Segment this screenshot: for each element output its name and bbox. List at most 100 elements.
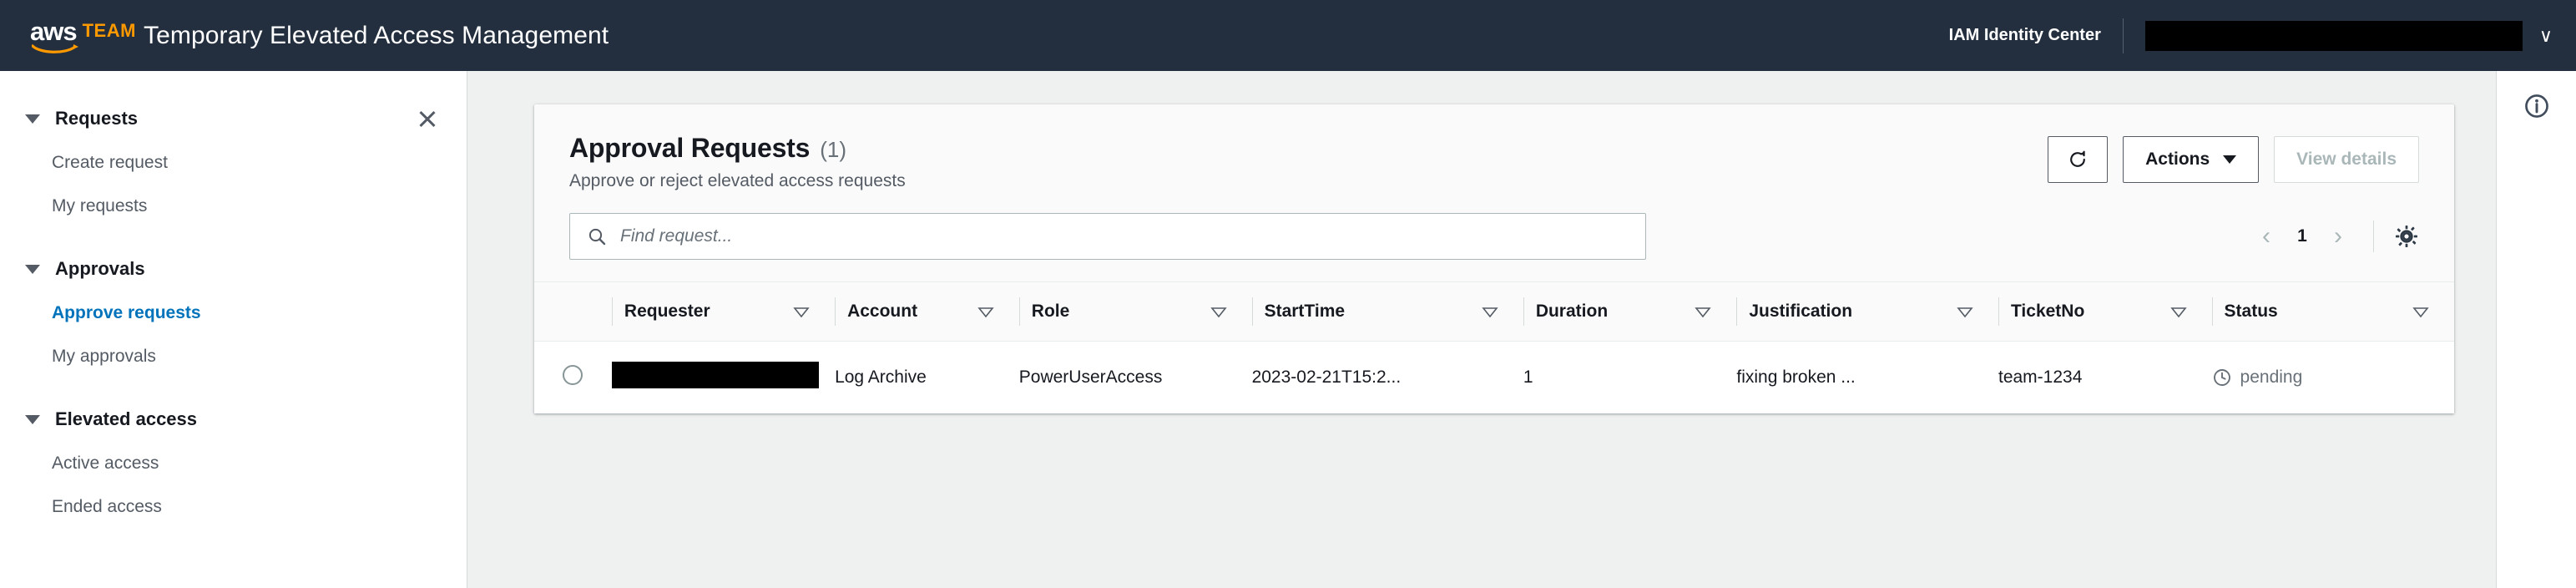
sidebar-group-requests-left: Requests xyxy=(25,108,138,129)
cell-starttime: 2023-02-21T15:2... xyxy=(1251,368,1402,387)
top-navigation-bar: aws TEAM Temporary Elevated Access Manag… xyxy=(0,0,2576,71)
sidebar-group-requests[interactable]: Requests xyxy=(0,96,467,141)
sort-icon[interactable] xyxy=(1695,307,1712,317)
search-input[interactable]: Find request... xyxy=(569,213,1646,260)
requester-redacted-value xyxy=(611,362,819,388)
ticketno-header-inner: TicketNo xyxy=(1998,297,2212,326)
chevron-down-icon xyxy=(2223,155,2237,164)
sort-icon[interactable] xyxy=(1957,307,1973,317)
table-header-account-label: Account xyxy=(847,302,918,321)
cell-role: PowerUserAccess xyxy=(1018,368,1163,387)
card-header-titles: Approval Requests (1) Approve or reject … xyxy=(569,133,906,191)
pagination-next-button[interactable]: › xyxy=(2315,224,2361,249)
sidebar-group-approvals-label: Approvals xyxy=(55,258,145,279)
approval-requests-card: Approval Requests (1) Approve or reject … xyxy=(534,104,2454,413)
app-title: Temporary Elevated Access Management xyxy=(144,21,609,49)
table-header-role[interactable]: Role xyxy=(1018,282,1252,342)
topnav-right-group: IAM Identity Center ∨ xyxy=(1949,0,2553,71)
table-header-requester[interactable]: Requester xyxy=(611,282,835,342)
aws-smile-icon xyxy=(32,44,78,54)
sidebar-item-my-requests-label: My requests xyxy=(52,196,148,215)
user-identity-redacted xyxy=(2144,20,2523,51)
topnav-left-group: aws TEAM Temporary Elevated Access Manag… xyxy=(30,16,609,54)
aws-team-logo[interactable]: aws TEAM xyxy=(30,16,135,54)
table-header-justification[interactable]: Justification xyxy=(1736,282,1998,342)
sidebar-group-elevated-access-label: Elevated access xyxy=(55,408,198,429)
sort-icon[interactable] xyxy=(977,307,994,317)
table-header-role-label: Role xyxy=(1031,302,1070,321)
sort-icon[interactable] xyxy=(1482,307,1498,317)
table-header-duration-label: Duration xyxy=(1535,302,1609,321)
pagination: ‹ 1 › xyxy=(2243,220,2419,252)
table-header-status[interactable]: Status xyxy=(2211,282,2454,342)
actions-dropdown-button[interactable]: Actions xyxy=(2123,136,2260,183)
sidebar-item-my-requests[interactable]: My requests xyxy=(0,185,467,228)
table-header-starttime-label: StartTime xyxy=(1264,302,1346,321)
pagination-divider xyxy=(2373,220,2374,252)
table-header-ticketno[interactable]: TicketNo xyxy=(1998,282,2212,342)
cell-duration: 1 xyxy=(1523,368,1533,387)
sidebar-group-elevated-access-left: Elevated access xyxy=(25,408,197,430)
view-details-label: View details xyxy=(2296,150,2397,169)
starttime-header-inner: StartTime xyxy=(1251,297,1523,326)
status-header-inner: Status xyxy=(2211,297,2454,326)
card-header-actions: Actions View details xyxy=(2048,133,2419,183)
caret-down-icon xyxy=(25,414,40,424)
select-header-inner xyxy=(534,297,612,326)
pagination-prev-button[interactable]: ‹ xyxy=(2243,224,2290,249)
topnav-divider xyxy=(2122,18,2124,53)
chevron-down-icon[interactable]: ∨ xyxy=(2539,26,2553,45)
info-icon[interactable] xyxy=(2523,93,2550,119)
card-subtitle: Approve or reject elevated access reques… xyxy=(569,171,906,190)
status-badge: pending xyxy=(2212,368,2454,388)
cell-status: pending xyxy=(2212,342,2454,414)
sidebar-item-create-request[interactable]: Create request xyxy=(0,141,467,185)
sort-icon[interactable] xyxy=(793,307,810,317)
search-icon xyxy=(588,228,606,246)
sidebar-item-ended-access-label: Ended access xyxy=(52,497,162,516)
refresh-button[interactable] xyxy=(2048,136,2109,183)
page-title: Approval Requests xyxy=(569,133,811,163)
row-radio-button[interactable] xyxy=(563,365,583,385)
pagination-current-page[interactable]: 1 xyxy=(2290,226,2315,246)
sidebar-item-active-access[interactable]: Active access xyxy=(0,442,467,485)
table-header-status-label: Status xyxy=(2224,302,2278,321)
requester-header-inner: Requester xyxy=(611,297,835,326)
sidebar-item-create-request-label: Create request xyxy=(52,153,168,172)
table-header-account[interactable]: Account xyxy=(835,282,1019,342)
aws-wordmark: aws xyxy=(30,16,78,46)
sidebar-group-approvals[interactable]: Approvals xyxy=(0,246,467,291)
close-navigation-icon[interactable] xyxy=(417,108,438,129)
cell-requester xyxy=(611,342,835,414)
clock-icon xyxy=(2213,369,2230,386)
gear-icon[interactable] xyxy=(2394,224,2419,249)
sort-icon[interactable] xyxy=(1210,307,1227,317)
approval-requests-table: Requester Account Role StartTime Duratio… xyxy=(534,281,2454,413)
sidebar-item-my-approvals[interactable]: My approvals xyxy=(0,335,467,378)
sidebar-item-active-access-label: Active access xyxy=(52,454,159,473)
caret-down-icon xyxy=(25,114,40,124)
sidebar-item-my-approvals-label: My approvals xyxy=(52,347,156,366)
search-placeholder: Find request... xyxy=(620,226,733,246)
sort-icon[interactable] xyxy=(2169,307,2187,317)
table-row[interactable]: Log Archive PowerUserAccess 2023-02-21T1… xyxy=(534,341,2454,414)
sidebar-group-requests-label: Requests xyxy=(55,108,139,129)
sidebar-item-approve-requests[interactable]: Approve requests xyxy=(0,291,467,335)
sidebar-item-ended-access[interactable]: Ended access xyxy=(0,485,467,529)
view-details-button[interactable]: View details xyxy=(2274,136,2419,183)
sidebar-item-approve-requests-label: Approve requests xyxy=(52,303,201,322)
actions-dropdown-label: Actions xyxy=(2145,150,2210,169)
help-panel-strip xyxy=(2496,71,2576,588)
table-toolbar: Find request... ‹ 1 › xyxy=(534,191,2454,281)
role-header-inner: Role xyxy=(1018,297,1252,326)
table-header: Requester Account Role StartTime Duratio… xyxy=(534,281,2454,342)
table-header-duration[interactable]: Duration xyxy=(1523,282,1737,342)
table-header-select xyxy=(534,282,612,342)
sort-icon[interactable] xyxy=(2412,307,2429,317)
row-select-cell xyxy=(534,342,612,414)
sidebar-group-elevated-access[interactable]: Elevated access xyxy=(0,397,467,442)
caret-down-icon xyxy=(25,264,40,274)
table-header-starttime[interactable]: StartTime xyxy=(1251,282,1523,342)
